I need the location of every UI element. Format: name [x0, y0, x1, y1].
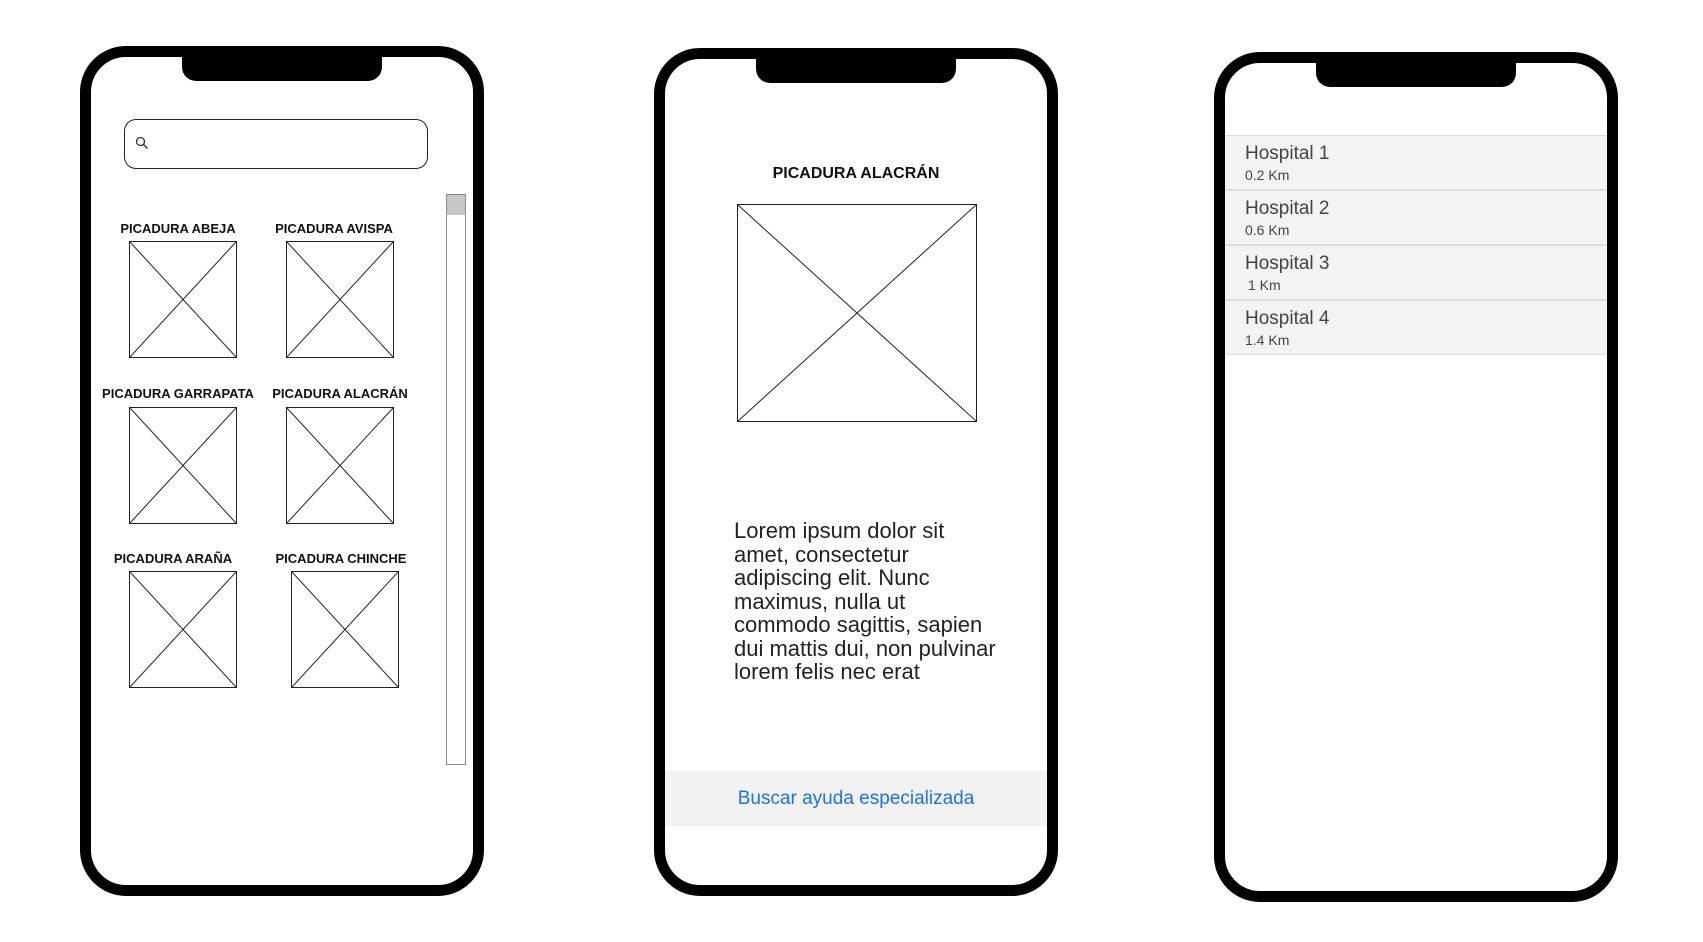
phone-notch: [182, 57, 382, 81]
item-label-abeja: PICADURA ABEJA: [120, 221, 236, 236]
search-input[interactable]: [124, 119, 428, 169]
hospital-name: Hospital 4: [1245, 308, 1330, 329]
detail-image-placeholder: [737, 204, 977, 422]
list-item[interactable]: Hospital 1 0.2 Km: [1225, 135, 1607, 190]
phone-list-screen: PICADURA ABEJA PICADURA AVISPA PICADURA …: [80, 46, 484, 896]
hospital-name: Hospital 1: [1245, 143, 1330, 164]
image-placeholder-abeja[interactable]: [129, 241, 237, 358]
scrollbar-thumb[interactable]: [447, 195, 465, 215]
item-label-chinche: PICADURA CHINCHE: [275, 551, 407, 566]
hospital-distance: 0.6 Km: [1245, 222, 1290, 238]
search-icon: [135, 136, 148, 149]
list-item[interactable]: Hospital 3 1 Km: [1225, 245, 1607, 300]
list-item[interactable]: Hospital 4 1.4 Km: [1225, 300, 1607, 355]
phone-notch: [1316, 63, 1516, 87]
image-placeholder-alacran[interactable]: [286, 407, 394, 524]
item-label-garrapata: PICADURA GARRAPATA: [102, 386, 254, 401]
hospital-distance: 1.4 Km: [1245, 332, 1290, 348]
hospital-list: Hospital 1 0.2 Km Hospital 2 0.6 Km Hosp…: [1225, 135, 1607, 355]
item-label-alacran: PICADURA ALACRÁN: [272, 386, 408, 401]
hospital-distance: 0.2 Km: [1245, 167, 1290, 183]
hospital-distance: 1 Km: [1248, 277, 1281, 293]
hospital-name: Hospital 2: [1245, 198, 1330, 219]
list-item[interactable]: Hospital 2 0.6 Km: [1225, 190, 1607, 245]
image-placeholder-garrapata[interactable]: [129, 407, 237, 524]
phone-hospitals-screen: Hospital 1 0.2 Km Hospital 2 0.6 Km Hosp…: [1214, 52, 1618, 902]
image-placeholder-avispa[interactable]: [286, 241, 394, 358]
detail-description: Lorem ipsum dolor sit amet, consectetur …: [734, 518, 996, 684]
item-label-avispa: PICADURA AVISPA: [275, 221, 393, 236]
image-placeholder-chinche[interactable]: [291, 571, 399, 688]
detail-title: PICADURA ALACRÁN: [772, 165, 940, 182]
help-button-bar[interactable]: Buscar ayuda especializada: [665, 771, 1047, 826]
image-placeholder-arana[interactable]: [129, 571, 237, 688]
item-label-arana: PICADURA ARAÑA: [113, 551, 233, 566]
help-button[interactable]: Buscar ayuda especializada: [738, 788, 975, 810]
hospital-name: Hospital 3: [1245, 253, 1330, 274]
phone-detail-screen: PICADURA ALACRÁN Lorem ipsum dolor sit a…: [654, 48, 1058, 896]
phone-notch: [756, 59, 956, 83]
scrollbar[interactable]: [446, 194, 466, 765]
